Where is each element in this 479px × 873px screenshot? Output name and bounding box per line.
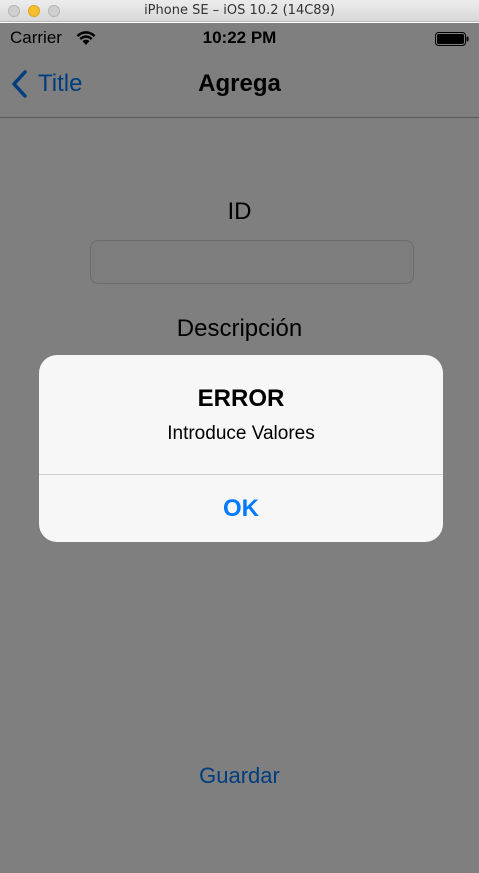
device-screen: Carrier 10:22 PM Title Agrega ID Descrip… <box>0 23 479 873</box>
alert-ok-button[interactable]: OK <box>39 475 443 542</box>
simulator-window-title: iPhone SE – iOS 10.2 (14C89) <box>144 3 335 18</box>
simulator-title-bar: iPhone SE – iOS 10.2 (14C89) <box>0 0 479 22</box>
alert-title: ERROR <box>197 385 285 412</box>
alert-message: Introduce Valores <box>167 423 315 444</box>
error-alert: ERROR Introduce Valores OK <box>39 355 443 542</box>
